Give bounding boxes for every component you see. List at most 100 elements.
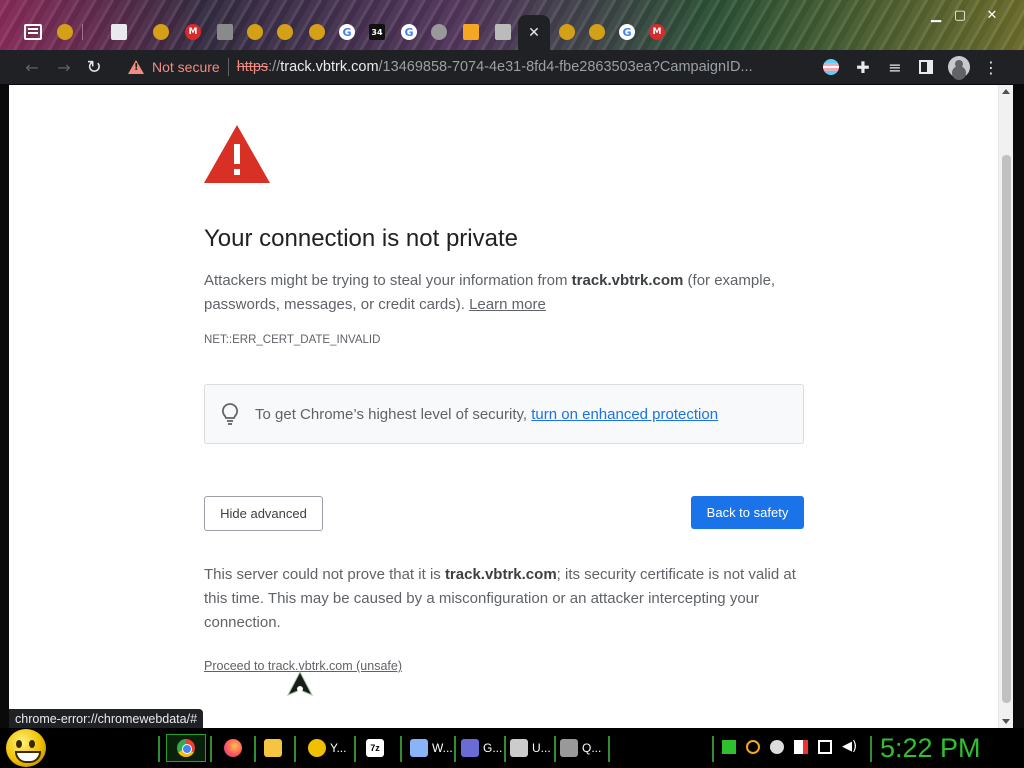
tab[interactable] — [104, 17, 134, 47]
tab[interactable] — [488, 17, 518, 47]
tab-close-icon[interactable]: ✕ — [528, 25, 540, 41]
tab[interactable] — [240, 17, 270, 47]
danger-triangle-icon — [204, 125, 270, 183]
app-icon — [510, 739, 528, 757]
omnibox-separator — [227, 58, 229, 76]
tab[interactable] — [456, 17, 486, 47]
menu-kebab-icon[interactable]: ⋮ — [981, 57, 1001, 77]
taskbar-separator — [158, 736, 160, 762]
computer-icon — [410, 739, 428, 757]
tab[interactable] — [582, 17, 612, 47]
tab[interactable]: 34 — [362, 17, 392, 47]
forward-icon[interactable]: → — [54, 57, 74, 77]
extensions-puzzle-icon[interactable]: ✚ — [853, 57, 873, 77]
details-host: track.vbtrk.com — [444, 566, 557, 583]
tab[interactable] — [424, 17, 454, 47]
favicon-icon: M — [185, 24, 201, 40]
enhanced-protection-prefix: To get Chrome’s highest level of securit… — [255, 405, 532, 423]
tab[interactable] — [210, 17, 240, 47]
enhanced-protection-link[interactable]: turn on enhanced protection — [531, 406, 718, 423]
tab[interactable] — [146, 17, 176, 47]
page-title: Your connection is not private — [204, 225, 518, 252]
taskbar-firefox[interactable] — [224, 734, 246, 762]
taskbar-explorer[interactable] — [264, 734, 286, 762]
scroll-thumb[interactable] — [1002, 155, 1011, 703]
tray-network-icon[interactable] — [818, 740, 832, 754]
taskbar-separator — [254, 736, 256, 762]
favicon-icon — [111, 24, 127, 40]
taskbar-label: Y... — [330, 741, 347, 755]
taskbar-item-g[interactable]: G... — [461, 734, 502, 762]
taskbar-separator — [504, 736, 506, 762]
side-panel-icon[interactable] — [916, 57, 936, 77]
favicon-icon: M — [649, 24, 665, 40]
lightbulb-icon — [222, 403, 238, 425]
url-scheme: https — [236, 59, 269, 75]
tray-search-icon[interactable] — [746, 740, 760, 754]
tab[interactable] — [50, 17, 80, 47]
maximize-button[interactable]: ▢ — [946, 5, 974, 25]
taskbar-separator — [870, 736, 872, 762]
taskbar-separator — [454, 736, 456, 762]
taskbar-item-q[interactable]: Q... — [560, 734, 601, 762]
taskbar: Y... 7z W... G... U... Q... ◀) 5:22 PM — [0, 728, 1024, 768]
details-text: This server could not prove that it is — [204, 566, 445, 583]
window-close-button[interactable]: ✕ — [978, 5, 1006, 25]
start-button-smiley-icon[interactable] — [6, 729, 46, 767]
enhanced-protection-banner: To get Chrome’s highest level of securit… — [204, 384, 804, 444]
taskbar-item-w[interactable]: W... — [410, 734, 453, 762]
address-bar[interactable]: ! Not secure https :// track.vbtrk.com /… — [114, 53, 810, 81]
tab[interactable]: G — [332, 17, 362, 47]
taskbar-separator — [400, 736, 402, 762]
learn-more-link[interactable]: Learn more — [469, 296, 546, 313]
favicon-icon — [431, 24, 447, 40]
scrollbar[interactable] — [998, 85, 1013, 728]
scroll-down-arrow-icon[interactable] — [1002, 719, 1010, 724]
tab[interactable]: G — [612, 17, 642, 47]
tray-smiley-icon[interactable] — [770, 740, 784, 754]
extension-flag-icon[interactable] — [821, 57, 841, 77]
favicon-icon — [589, 24, 605, 40]
tray-volume-icon[interactable]: ◀) — [842, 740, 857, 754]
app-icon — [461, 739, 479, 757]
tab[interactable]: M — [178, 17, 208, 47]
tab[interactable] — [552, 17, 582, 47]
tab[interactable] — [270, 17, 300, 47]
tray-flag-icon[interactable] — [794, 740, 808, 754]
screen: M G 34 G ✕ G M ▁ ▢ ✕ ← → ↻ ⇪ ☆ ✚ ≡ — [0, 0, 1024, 768]
favicon-icon — [57, 24, 73, 40]
page-content: Your connection is not private Attackers… — [9, 85, 998, 728]
taskbar-clock[interactable]: 5:22 PM — [880, 730, 1020, 766]
tab-strip: M G 34 G ✕ G M ▁ ▢ ✕ — [0, 0, 1024, 50]
taskbar-item-u[interactable]: U... — [510, 734, 551, 762]
favicon-icon — [463, 24, 479, 40]
reload-icon[interactable]: ↻ — [84, 57, 104, 78]
tab[interactable]: M — [642, 17, 672, 47]
security-chip[interactable]: Not secure — [152, 59, 220, 75]
not-secure-warning-icon: ! — [128, 60, 144, 74]
app-icon — [560, 739, 578, 757]
error-code[interactable]: NET::ERR_CERT_DATE_INVALID — [204, 334, 804, 346]
taskbar-label: G... — [483, 741, 503, 755]
scroll-up-arrow-icon[interactable] — [1002, 89, 1010, 94]
hide-advanced-button[interactable]: Hide advanced — [204, 496, 323, 531]
back-icon[interactable]: ← — [22, 57, 42, 77]
favicon-icon: 34 — [369, 24, 385, 40]
back-to-safety-button[interactable]: Back to safety — [691, 496, 804, 529]
reading-list-icon[interactable]: ≡ — [885, 57, 905, 77]
taskbar-item-y[interactable]: Y... — [308, 734, 346, 762]
firefox-icon — [224, 739, 242, 757]
taskbar-label: Q... — [582, 741, 602, 755]
taskbar-separator — [354, 736, 356, 762]
taskbar-chrome[interactable] — [166, 734, 206, 762]
taskbar-7zip[interactable]: 7z — [366, 734, 388, 762]
favicon-icon — [277, 24, 293, 40]
profile-avatar-icon[interactable] — [948, 56, 970, 78]
tab[interactable]: G — [394, 17, 424, 47]
tab[interactable] — [302, 17, 332, 47]
tab-search-icon[interactable] — [24, 24, 42, 40]
taskbar-separator — [554, 736, 556, 762]
url-scheme-separator: :// — [268, 59, 281, 75]
tray-app-icon[interactable] — [722, 740, 736, 754]
active-tab[interactable]: ✕ — [518, 15, 550, 50]
